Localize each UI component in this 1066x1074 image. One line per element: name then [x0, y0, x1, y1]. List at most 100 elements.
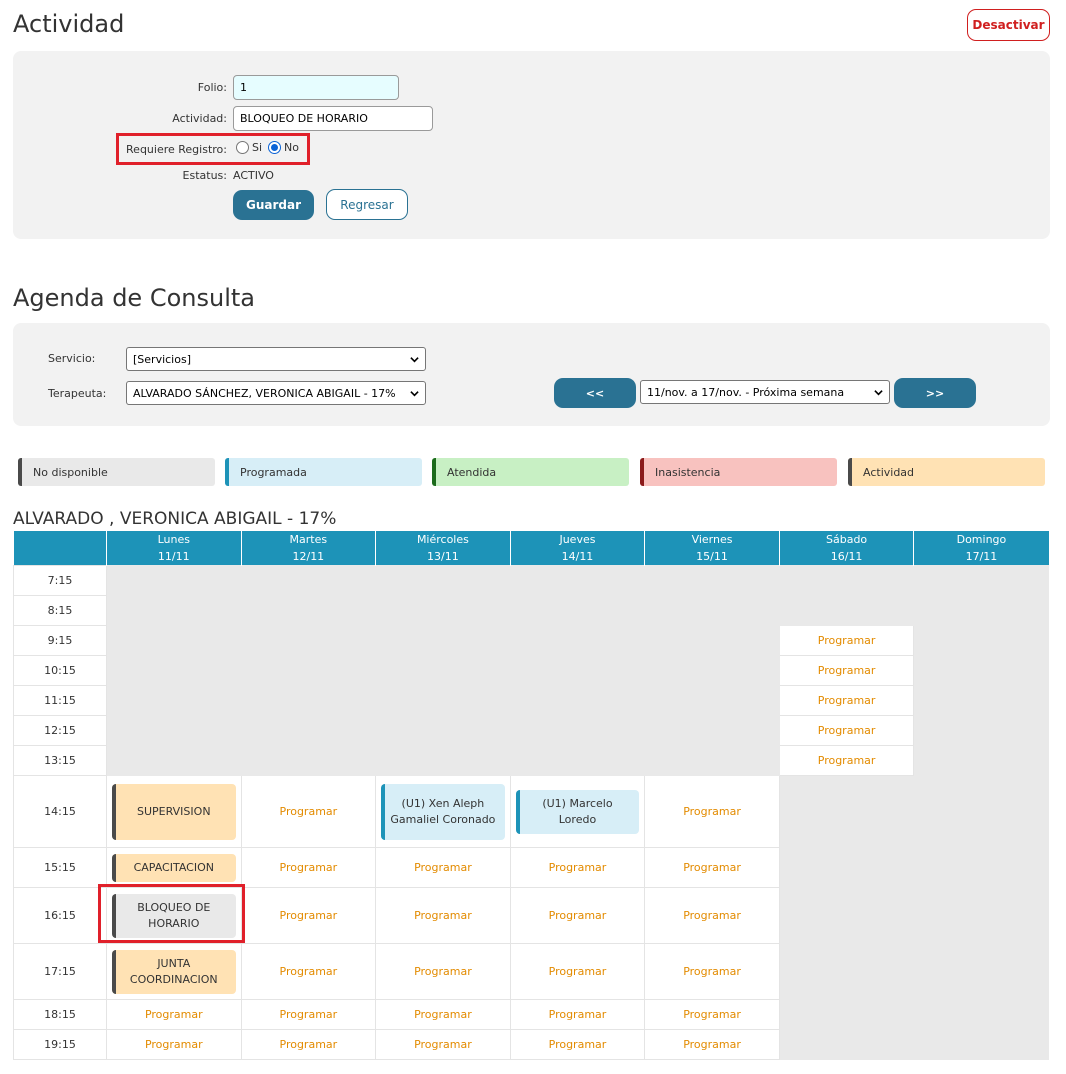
schedule-slot-link[interactable]: Programar — [644, 775, 780, 848]
schedule-slot-link[interactable]: Programar — [375, 943, 511, 1000]
unavailable-slot — [778, 887, 915, 944]
chevron-down-icon — [410, 390, 419, 396]
unavailable-slot — [509, 595, 646, 626]
save-button[interactable]: Guardar — [233, 190, 314, 220]
schedule-slot-link[interactable]: Programar — [240, 887, 377, 944]
time-slot-row: 15:15 CAPACITACION Programar Programar Progr… — [13, 847, 1049, 888]
terapeuta-select[interactable]: ALVARADO SÁNCHEZ, VERONICA ABIGAIL - 17% — [126, 381, 426, 405]
actividad-field[interactable]: BLOQUEO DE HORARIO — [233, 106, 433, 131]
schedule-slot-link[interactable]: Programar — [644, 943, 780, 1000]
next-week-button[interactable]: >> — [894, 378, 976, 408]
unavailable-slot — [778, 565, 915, 596]
schedule-slot-link[interactable]: Programar — [106, 999, 242, 1030]
schedule-slot-link[interactable]: Programar — [240, 999, 377, 1030]
time-label: 11:15 — [13, 685, 107, 716]
schedule-slot-link[interactable]: Programar — [509, 999, 646, 1030]
previous-week-button[interactable]: << — [554, 378, 636, 408]
unavailable-slot — [644, 625, 780, 656]
appointment-cell: (U1) Xen Aleph Gamaliel Coronado — [375, 775, 511, 848]
unavailable-slot — [644, 715, 780, 746]
unavailable-slot — [913, 715, 1049, 746]
deactivate-button[interactable]: Desactivar — [967, 9, 1050, 41]
schedule-slot-link[interactable]: Programar — [778, 715, 915, 746]
schedule-slot-link[interactable]: Programar — [509, 847, 646, 888]
day-column-header: Lunes 11/11 — [106, 531, 242, 566]
week-select[interactable]: 11/nov. a 17/nov. - Próxima semana — [640, 380, 890, 404]
schedule-slot-link[interactable]: Programar — [509, 943, 646, 1000]
unavailable-slot — [913, 745, 1049, 776]
time-slot-row: 7:15 — [13, 565, 1049, 596]
time-slot-row: 13:15 Programar — [13, 745, 1049, 776]
schedule-slot-link[interactable]: Programar — [644, 1029, 780, 1060]
activity-block[interactable]: JUNTA COORDINACION — [112, 949, 236, 994]
legend-item: Inasistencia — [640, 458, 837, 486]
schedule-slot-link[interactable]: Programar — [644, 887, 780, 944]
day-date: 15/11 — [696, 550, 728, 563]
folio-field[interactable]: 1 — [233, 75, 399, 100]
schedule-slot-link[interactable]: Programar — [644, 999, 780, 1030]
agenda-header-row: Lunes 11/11 Martes 12/11 Miércoles 13/11 Jueve… — [13, 531, 1049, 566]
time-label: 9:15 — [13, 625, 107, 656]
appointment-cell: CAPACITACION — [106, 847, 242, 888]
unavailable-slot — [106, 595, 242, 626]
schedule-slot-link[interactable]: Programar — [509, 887, 646, 944]
unavailable-slot — [509, 565, 646, 596]
schedule-slot-link[interactable]: Programar — [509, 1029, 646, 1060]
unavailable-slot — [509, 685, 646, 716]
estatus-value: ACTIVO — [233, 169, 274, 182]
schedule-slot-link[interactable]: Programar — [240, 847, 377, 888]
time-slot-row: 18:15 Programar Programar Programar Programa… — [13, 999, 1049, 1030]
unavailable-slot — [106, 625, 242, 656]
terapeuta-label: Terapeuta: — [48, 387, 107, 400]
schedule-slot-link[interactable]: Programar — [778, 685, 915, 716]
unavailable-slot — [913, 565, 1049, 596]
unavailable-slot — [913, 685, 1049, 716]
chevron-down-icon — [410, 356, 419, 362]
unavailable-slot — [240, 655, 377, 686]
time-slot-row: 11:15 Programar — [13, 685, 1049, 716]
therapist-name: ALVARADO , VERONICA ABIGAIL - 17% — [13, 509, 337, 529]
schedule-slot-link[interactable]: Programar — [375, 999, 511, 1030]
unavailable-slot — [375, 595, 511, 626]
schedule-slot-link[interactable]: Programar — [375, 887, 511, 944]
schedule-slot-link[interactable]: Programar — [240, 1029, 377, 1060]
unavailable-slot — [375, 715, 511, 746]
radio-si[interactable] — [236, 141, 249, 154]
legend-item: Actividad — [848, 458, 1045, 486]
unavailable-slot — [913, 775, 1049, 848]
agenda-filter-panel — [13, 323, 1050, 426]
schedule-slot-link[interactable]: Programar — [778, 625, 915, 656]
time-label: 16:15 — [13, 887, 107, 944]
unavailable-slot — [778, 999, 915, 1030]
legend-item: Programada — [225, 458, 422, 486]
unavailable-slot — [106, 685, 242, 716]
legend-item: Atendida — [432, 458, 629, 486]
time-slot-row: 19:15 Programar Programar Programar Programa… — [13, 1029, 1049, 1060]
radio-no[interactable] — [268, 141, 282, 154]
activity-block[interactable]: SUPERVISION — [112, 783, 236, 840]
unavailable-slot — [375, 625, 511, 656]
schedule-slot-link[interactable]: Programar — [644, 847, 780, 888]
unavailable-slot — [106, 565, 242, 596]
appointment-block[interactable]: (U1) Marcelo Loredo — [515, 789, 640, 834]
day-date: 12/11 — [292, 550, 325, 563]
schedule-slot-link[interactable]: Programar — [106, 1029, 242, 1060]
schedule-slot-link[interactable]: Programar — [240, 775, 377, 848]
servicio-select[interactable]: [Servicios] — [126, 347, 426, 371]
schedule-slot-link[interactable]: Programar — [240, 943, 377, 1000]
day-name: Jueves — [559, 533, 596, 546]
unavailable-slot — [913, 943, 1049, 1000]
schedule-slot-link[interactable]: Programar — [778, 655, 915, 686]
activity-block[interactable]: CAPACITACION — [112, 853, 236, 882]
time-label: 10:15 — [13, 655, 107, 686]
unavailable-slot — [509, 625, 646, 656]
schedule-slot-link[interactable]: Programar — [375, 1029, 511, 1060]
unavailable-slot — [509, 715, 646, 746]
day-column-header: Miércoles 13/11 — [375, 531, 511, 566]
unavailable-slot — [644, 655, 780, 686]
back-button[interactable]: Regresar — [326, 189, 408, 220]
appointment-block[interactable]: (U1) Xen Aleph Gamaliel Coronado — [381, 783, 505, 840]
day-name: Domingo — [956, 533, 1007, 546]
schedule-slot-link[interactable]: Programar — [375, 847, 511, 888]
schedule-slot-link[interactable]: Programar — [778, 745, 915, 776]
